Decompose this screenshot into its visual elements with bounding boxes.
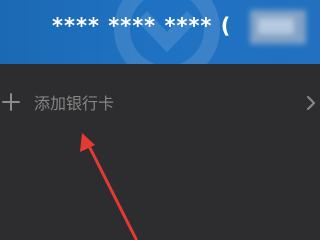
bank-card-banner[interactable]: **** **** **** ( (0, 0, 320, 64)
add-bank-card-label: 添加银行卡 (34, 94, 115, 113)
plus-icon (2, 93, 20, 111)
bank-card-screen: **** **** **** ( 添加银行卡 (0, 0, 320, 240)
card-number-blurred-tail (250, 10, 306, 44)
add-bank-card-row[interactable]: 添加银行卡 (0, 85, 320, 123)
chevron-right-icon (307, 96, 315, 110)
card-number-tail-glyph: ( (220, 14, 232, 38)
masked-card-number: **** **** **** ( (52, 14, 231, 38)
masked-card-digits: **** **** **** (52, 14, 213, 38)
